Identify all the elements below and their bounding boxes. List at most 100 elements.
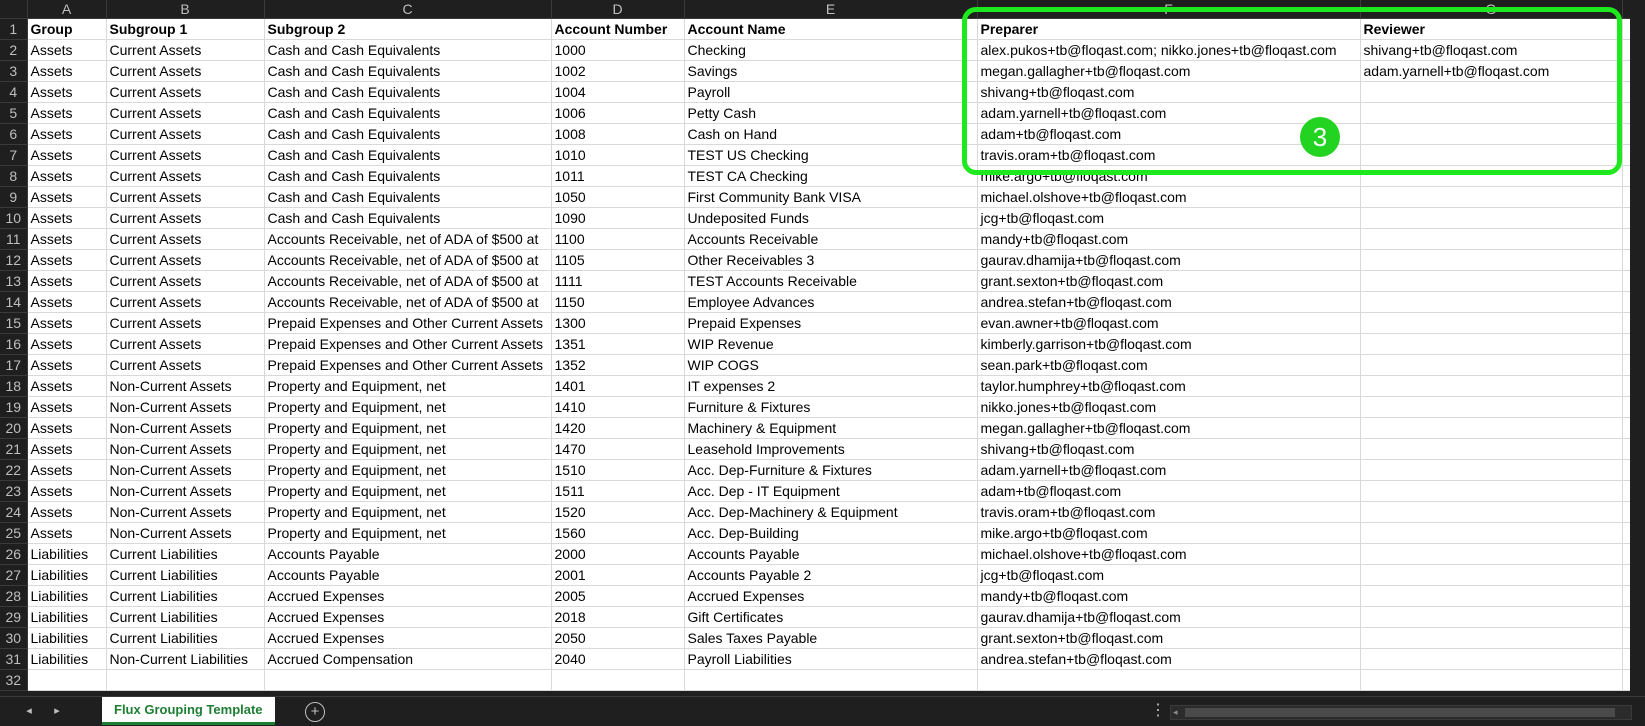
- row-header[interactable]: 16: [0, 333, 28, 355]
- sheet-tab-flux-grouping-template[interactable]: Flux Grouping Template: [102, 697, 275, 725]
- cell-f5[interactable]: adam.yarnell+tb@floqast.com: [977, 102, 1361, 124]
- cell-a20[interactable]: Assets: [27, 417, 107, 439]
- cell-c6[interactable]: Cash and Cash Equivalents: [264, 123, 552, 145]
- row-header[interactable]: 30: [0, 627, 28, 649]
- cell-b18[interactable]: Non-Current Assets: [106, 375, 265, 397]
- cell-b25[interactable]: Non-Current Assets: [106, 522, 265, 544]
- cell-f14[interactable]: andrea.stefan+tb@floqast.com: [977, 291, 1361, 313]
- row-header[interactable]: 7: [0, 144, 28, 166]
- cell-f10[interactable]: jcg+tb@floqast.com: [977, 207, 1361, 229]
- cell-g21[interactable]: [1360, 438, 1623, 460]
- cell-g11[interactable]: [1360, 228, 1623, 250]
- horizontal-scroll-thumb[interactable]: [1185, 708, 1615, 717]
- cell-e32[interactable]: [684, 669, 978, 691]
- cell-b4[interactable]: Current Assets: [106, 81, 265, 103]
- cell-e29[interactable]: Gift Certificates: [684, 606, 978, 628]
- cell-a4[interactable]: Assets: [27, 81, 107, 103]
- cell-f18[interactable]: taylor.humphrey+tb@floqast.com: [977, 375, 1361, 397]
- add-sheet-plus-circle-icon[interactable]: +: [305, 702, 325, 722]
- cell-d30[interactable]: 2050: [551, 627, 685, 649]
- cell-c26[interactable]: Accounts Payable: [264, 543, 552, 565]
- cell-e25[interactable]: Acc. Dep-Building: [684, 522, 978, 544]
- cell-d10[interactable]: 1090: [551, 207, 685, 229]
- cell-c2[interactable]: Cash and Cash Equivalents: [264, 39, 552, 61]
- cell-g30[interactable]: [1360, 627, 1623, 649]
- cell-b9[interactable]: Current Assets: [106, 186, 265, 208]
- cell-a28[interactable]: Liabilities: [27, 585, 107, 607]
- cell-d23[interactable]: 1511: [551, 480, 685, 502]
- cell-b20[interactable]: Non-Current Assets: [106, 417, 265, 439]
- cell-c9[interactable]: Cash and Cash Equivalents: [264, 186, 552, 208]
- cell-g10[interactable]: [1360, 207, 1623, 229]
- row-header[interactable]: 6: [0, 123, 28, 145]
- cell-a10[interactable]: Assets: [27, 207, 107, 229]
- cell-a24[interactable]: Assets: [27, 501, 107, 523]
- row-header[interactable]: 9: [0, 186, 28, 208]
- cell-g6[interactable]: [1360, 123, 1623, 145]
- cell-g9[interactable]: [1360, 186, 1623, 208]
- cell-c21[interactable]: Property and Equipment, net: [264, 438, 552, 460]
- cell-f25[interactable]: mike.argo+tb@floqast.com: [977, 522, 1361, 544]
- cell-f31[interactable]: andrea.stefan+tb@floqast.com: [977, 648, 1361, 670]
- cell-g8[interactable]: [1360, 165, 1623, 187]
- row-header[interactable]: 18: [0, 375, 28, 397]
- cell-c23[interactable]: Property and Equipment, net: [264, 480, 552, 502]
- cell-d28[interactable]: 2005: [551, 585, 685, 607]
- cell-a6[interactable]: Assets: [27, 123, 107, 145]
- cell-d15[interactable]: 1300: [551, 312, 685, 334]
- row-header[interactable]: 14: [0, 291, 28, 313]
- cell-f12[interactable]: gaurav.dhamija+tb@floqast.com: [977, 249, 1361, 271]
- cell-b28[interactable]: Current Liabilities: [106, 585, 265, 607]
- cell-b22[interactable]: Non-Current Assets: [106, 459, 265, 481]
- cell-e2[interactable]: Checking: [684, 39, 978, 61]
- row-header[interactable]: 22: [0, 459, 28, 481]
- cell-d17[interactable]: 1352: [551, 354, 685, 376]
- cell-b23[interactable]: Non-Current Assets: [106, 480, 265, 502]
- more-options-icon[interactable]: ⋮: [1150, 701, 1166, 721]
- row-header[interactable]: 26: [0, 543, 28, 565]
- row-header[interactable]: 11: [0, 228, 28, 250]
- row-header[interactable]: 23: [0, 480, 28, 502]
- cell-b7[interactable]: Current Assets: [106, 144, 265, 166]
- cell-b26[interactable]: Current Liabilities: [106, 543, 265, 565]
- horizontal-scrollbar[interactable]: ◂: [1170, 705, 1632, 720]
- cell-b8[interactable]: Current Assets: [106, 165, 265, 187]
- cell-b24[interactable]: Non-Current Assets: [106, 501, 265, 523]
- cell-b2[interactable]: Current Assets: [106, 39, 265, 61]
- cell-d20[interactable]: 1420: [551, 417, 685, 439]
- cell-d21[interactable]: 1470: [551, 438, 685, 460]
- row-header[interactable]: 1: [0, 18, 28, 40]
- row-header[interactable]: 3: [0, 60, 28, 82]
- cell-c25[interactable]: Property and Equipment, net: [264, 522, 552, 544]
- row-header[interactable]: 12: [0, 249, 28, 271]
- cell-e31[interactable]: Payroll Liabilities: [684, 648, 978, 670]
- cell-f22[interactable]: adam.yarnell+tb@floqast.com: [977, 459, 1361, 481]
- cell-f4[interactable]: shivang+tb@floqast.com: [977, 81, 1361, 103]
- cell-f27[interactable]: jcg+tb@floqast.com: [977, 564, 1361, 586]
- cell-e9[interactable]: First Community Bank VISA: [684, 186, 978, 208]
- cell-g18[interactable]: [1360, 375, 1623, 397]
- cell-a23[interactable]: Assets: [27, 480, 107, 502]
- cell-f13[interactable]: grant.sexton+tb@floqast.com: [977, 270, 1361, 292]
- cell-c1[interactable]: Subgroup 2: [264, 18, 552, 40]
- cell-a7[interactable]: Assets: [27, 144, 107, 166]
- cell-f32[interactable]: [977, 669, 1361, 691]
- cell-e22[interactable]: Acc. Dep-Furniture & Fixtures: [684, 459, 978, 481]
- cell-f16[interactable]: kimberly.garrison+tb@floqast.com: [977, 333, 1361, 355]
- cell-c14[interactable]: Accounts Receivable, net of ADA of $500 …: [264, 291, 552, 313]
- column-header-g[interactable]: G: [1360, 0, 1623, 19]
- cell-d18[interactable]: 1401: [551, 375, 685, 397]
- cell-f9[interactable]: michael.olshove+tb@floqast.com: [977, 186, 1361, 208]
- cell-f20[interactable]: megan.gallagher+tb@floqast.com: [977, 417, 1361, 439]
- cell-e11[interactable]: Accounts Receivable: [684, 228, 978, 250]
- cell-d13[interactable]: 1111: [551, 270, 685, 292]
- cell-g7[interactable]: [1360, 144, 1623, 166]
- cell-d31[interactable]: 2040: [551, 648, 685, 670]
- cell-c27[interactable]: Accounts Payable: [264, 564, 552, 586]
- cell-a17[interactable]: Assets: [27, 354, 107, 376]
- cell-f30[interactable]: grant.sexton+tb@floqast.com: [977, 627, 1361, 649]
- cell-g28[interactable]: [1360, 585, 1623, 607]
- cell-g20[interactable]: [1360, 417, 1623, 439]
- row-header[interactable]: 27: [0, 564, 28, 586]
- cell-c16[interactable]: Prepaid Expenses and Other Current Asset…: [264, 333, 552, 355]
